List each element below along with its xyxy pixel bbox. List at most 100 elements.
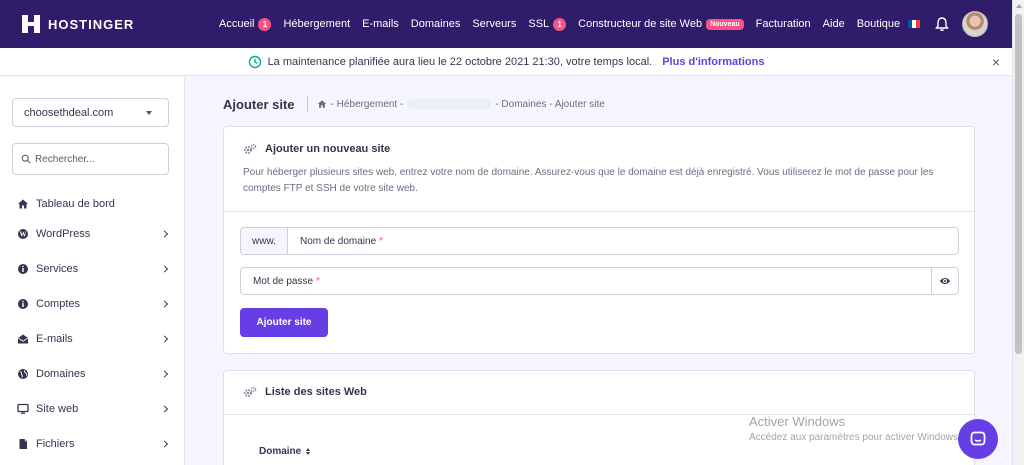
french-flag-icon[interactable] bbox=[908, 20, 920, 28]
nav-hebergement[interactable]: Hébergement bbox=[283, 18, 350, 30]
domain-column-header[interactable]: Domaine bbox=[259, 446, 311, 457]
sidebar-item-wordpress[interactable]: W WordPress bbox=[0, 216, 185, 251]
nav-label: Constructeur de site Web bbox=[578, 18, 703, 30]
nav-facturation[interactable]: Facturation bbox=[756, 18, 811, 30]
chevron-right-icon bbox=[160, 334, 169, 343]
nav-emails[interactable]: E-mails bbox=[362, 18, 399, 30]
user-avatar[interactable] bbox=[962, 11, 988, 37]
gears-icon bbox=[244, 386, 257, 397]
nav-accueil[interactable]: Accueil 1 bbox=[219, 17, 272, 31]
envelope-icon bbox=[17, 333, 29, 345]
sidebar-item-label: Tableau de bord bbox=[36, 197, 115, 210]
nav-label: Accueil bbox=[219, 18, 255, 30]
sidebar-item-fichiers[interactable]: Fichiers bbox=[0, 426, 185, 461]
sidebar-item-label: E-mails bbox=[36, 332, 73, 345]
chat-icon bbox=[970, 431, 986, 446]
page-header: Ajouter site - Hébergement - - Domaines … bbox=[223, 96, 605, 112]
sidebar-item-domaines[interactable]: Domaines bbox=[0, 356, 185, 391]
svg-text:W: W bbox=[20, 230, 27, 238]
search-placeholder: Rechercher... bbox=[35, 153, 95, 165]
nav-aide[interactable]: Aide bbox=[823, 18, 845, 30]
notification-badge: 1 bbox=[258, 17, 272, 31]
maintenance-text: La maintenance planifiée aura lieu le 22… bbox=[267, 55, 653, 68]
close-icon[interactable]: × bbox=[992, 54, 1000, 70]
notification-badge: 1 bbox=[553, 17, 567, 31]
nav-serveurs[interactable]: Serveurs bbox=[472, 18, 516, 30]
nav-label: Facturation bbox=[755, 18, 811, 30]
password-field[interactable]: Mot de passe * bbox=[240, 267, 959, 295]
watermark-subtitle: Accédez aux paramètres pour activer Wind… bbox=[749, 432, 961, 443]
nav-boutique[interactable]: Boutique bbox=[857, 18, 900, 30]
sidebar-search-input[interactable]: Rechercher... bbox=[12, 143, 169, 175]
page-scrollbar[interactable] bbox=[1012, 0, 1024, 465]
column-label: Domaine bbox=[259, 446, 302, 457]
caret-down-icon bbox=[146, 111, 152, 115]
nav-label: Domaines bbox=[410, 18, 461, 30]
sidebar-item-tableau-de-bord[interactable]: Tableau de bord bbox=[0, 191, 185, 216]
scroll-up-arrow-icon[interactable] bbox=[1016, 4, 1022, 8]
bell-icon[interactable] bbox=[934, 16, 950, 32]
domain-name-field[interactable]: www. Nom de domaine * bbox=[240, 227, 959, 255]
maintenance-banner: La maintenance planifiée aura lieu le 22… bbox=[0, 48, 1012, 76]
globe-icon bbox=[17, 368, 29, 380]
breadcrumb: - Hébergement - - Domaines - Ajouter sit… bbox=[317, 99, 605, 110]
nav-constructeur-site-web[interactable]: Constructeur de site Web Nouveau bbox=[578, 18, 744, 30]
nav-ssl[interactable]: SSL 1 bbox=[528, 17, 567, 31]
search-icon bbox=[21, 154, 31, 164]
chevron-right-icon bbox=[160, 404, 169, 413]
eye-icon bbox=[939, 278, 951, 284]
info-icon bbox=[17, 298, 29, 310]
chevron-right-icon bbox=[160, 264, 169, 273]
chat-button[interactable] bbox=[958, 419, 998, 459]
sidebar-item-label: Services bbox=[36, 262, 79, 275]
top-navigation: HOSTINGER Accueil 1 Hébergement E-mails … bbox=[0, 0, 1012, 48]
chevron-right-icon bbox=[160, 439, 169, 448]
scrollbar-thumb[interactable] bbox=[1015, 14, 1022, 354]
chevron-right-icon bbox=[160, 369, 169, 378]
card-title: Ajouter un nouveau site bbox=[243, 143, 390, 155]
sidebar-item-emails[interactable]: E-mails bbox=[0, 321, 185, 356]
add-site-card: Ajouter un nouveau site Pour héberger pl… bbox=[223, 126, 975, 354]
nav-label: Serveurs bbox=[472, 18, 517, 30]
redacted-domain bbox=[407, 99, 492, 109]
sidebar-item-label: Fichiers bbox=[36, 437, 75, 450]
brand-name: HOSTINGER bbox=[48, 16, 135, 32]
placeholder-text: Mot de passe bbox=[253, 275, 314, 287]
domain-selector[interactable]: choosethdeal.com bbox=[12, 98, 169, 127]
add-site-button[interactable]: Ajouter site bbox=[240, 308, 328, 337]
breadcrumb-hebergement[interactable]: - Hébergement - bbox=[331, 99, 404, 110]
domain-name-placeholder: Nom de domaine * bbox=[288, 236, 383, 247]
nav-label: Boutique bbox=[856, 18, 901, 30]
password-placeholder: Mot de passe * bbox=[241, 276, 320, 287]
more-info-link[interactable]: Plus d'informations bbox=[662, 56, 764, 68]
chevron-right-icon bbox=[160, 299, 169, 308]
sidebar-item-comptes[interactable]: Comptes bbox=[0, 286, 185, 321]
home-icon bbox=[17, 198, 29, 210]
sidebar-item-label: Domaines bbox=[36, 367, 86, 380]
required-mark: * bbox=[316, 275, 320, 287]
sidebar-item-label: Comptes bbox=[36, 297, 81, 310]
nav-label: SSL bbox=[528, 18, 550, 30]
breadcrumb-domaines[interactable]: - Domaines - Ajouter site bbox=[495, 99, 605, 110]
www-prefix: www. bbox=[241, 228, 288, 254]
show-password-button[interactable] bbox=[931, 268, 958, 294]
card-title: Liste des sites Web bbox=[243, 386, 367, 398]
sidebar-item-label: Site web bbox=[36, 402, 79, 415]
sort-icon bbox=[306, 448, 311, 455]
home-icon[interactable] bbox=[317, 99, 327, 109]
nav-domaines[interactable]: Domaines bbox=[411, 18, 461, 30]
info-icon bbox=[17, 263, 29, 275]
divider bbox=[306, 96, 308, 112]
sites-list-title: Liste des sites Web bbox=[265, 386, 367, 398]
hostinger-logo[interactable]: HOSTINGER bbox=[22, 15, 197, 33]
clock-icon bbox=[248, 55, 261, 68]
nav-label: E-mails bbox=[362, 18, 399, 30]
file-icon bbox=[17, 438, 29, 450]
monitor-icon bbox=[17, 403, 29, 415]
nav-label: Hébergement bbox=[283, 18, 351, 30]
windows-activation-watermark: Activer Windows Accédez aux paramètres p… bbox=[749, 414, 961, 443]
placeholder-text: Nom de domaine bbox=[300, 235, 377, 247]
sidebar-item-label: WordPress bbox=[36, 227, 91, 240]
sidebar-item-services[interactable]: Services bbox=[0, 251, 185, 286]
sidebar-item-site-web[interactable]: Site web bbox=[0, 391, 185, 426]
